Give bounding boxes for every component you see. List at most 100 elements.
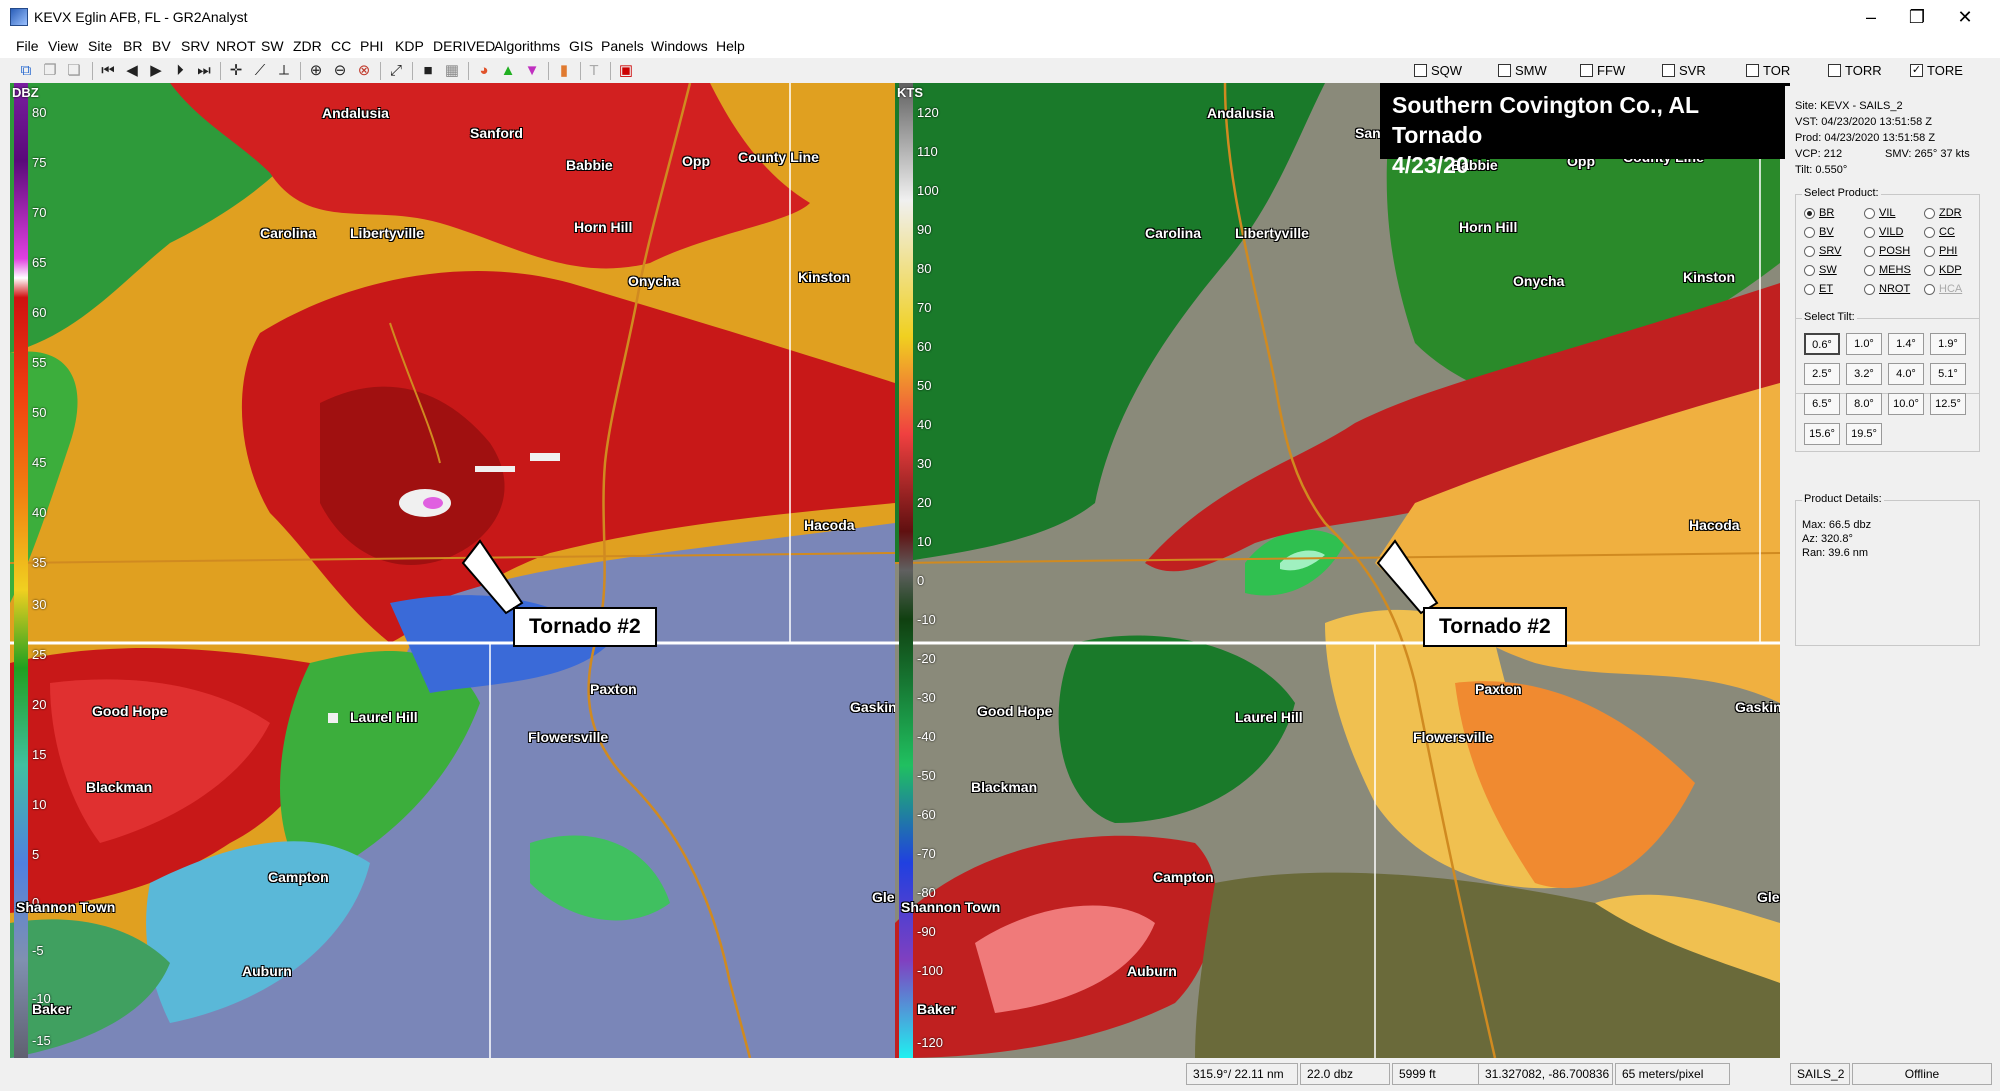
product-radio-vild[interactable]: VILD xyxy=(1864,226,1903,238)
menu-phi[interactable]: PHI xyxy=(360,38,383,54)
product-radio-kdp[interactable]: KDP xyxy=(1924,264,1962,276)
product-details-group: Product Details: Max: 66.5 dbz Az: 320.8… xyxy=(1795,493,1980,646)
zoom-out-icon[interactable]: ⊖ xyxy=(330,61,350,81)
tilt-button[interactable]: 1.0° xyxy=(1846,333,1882,355)
zoom-in-icon[interactable]: ⊕ xyxy=(306,61,326,81)
tilt-button[interactable]: 10.0° xyxy=(1888,393,1924,415)
measure-icon[interactable]: ⟋ xyxy=(250,61,270,81)
scale-tick: 30 xyxy=(917,456,932,471)
tilt-button[interactable]: 12.5° xyxy=(1930,393,1966,415)
copy-icon[interactable]: ❐ xyxy=(40,61,60,81)
city-label: Baker xyxy=(32,1001,71,1017)
menu-windows[interactable]: Windows xyxy=(651,38,708,54)
scale-tick: -20 xyxy=(917,651,936,666)
profile-icon[interactable]: ⟂ xyxy=(274,61,294,81)
product-radio-posh[interactable]: POSH xyxy=(1864,245,1910,257)
tilt-button[interactable]: 4.0° xyxy=(1888,363,1924,385)
product-radio-nrot[interactable]: NROT xyxy=(1864,283,1910,295)
maximize-button[interactable]: ❐ xyxy=(1894,2,1940,32)
tilt-button[interactable]: 19.5° xyxy=(1846,423,1882,445)
menu-derived[interactable]: DERIVED xyxy=(433,38,495,54)
text-icon[interactable]: T xyxy=(584,61,604,81)
menu-sw[interactable]: SW xyxy=(261,38,284,54)
tilt-button[interactable]: 6.5° xyxy=(1804,393,1840,415)
tilt-button[interactable]: 1.4° xyxy=(1888,333,1924,355)
product-radio-cc[interactable]: CC xyxy=(1924,226,1955,238)
product-radio-sw[interactable]: SW xyxy=(1804,264,1837,276)
vst-info: VST: 04/23/2020 13:51:58 Z xyxy=(1795,116,1932,128)
paste-icon[interactable]: ❏ xyxy=(64,61,84,81)
warning-toggle-svr[interactable]: SVR xyxy=(1662,63,1706,78)
tilt-button[interactable]: 2.5° xyxy=(1804,363,1840,385)
menu-br[interactable]: BR xyxy=(123,38,142,54)
scale-tick: 10 xyxy=(32,797,47,812)
menu-cc[interactable]: CC xyxy=(331,38,351,54)
city-label: Onycha xyxy=(1513,273,1565,289)
crosshair-icon[interactable]: ✛ xyxy=(226,61,246,81)
product-radio-bv[interactable]: BV xyxy=(1804,226,1834,238)
menu-zdr[interactable]: ZDR xyxy=(293,38,322,54)
menu-file[interactable]: File xyxy=(16,38,39,54)
record-icon[interactable]: ▣ xyxy=(616,61,636,81)
palette-icon[interactable]: ◕ xyxy=(474,61,494,81)
event-title-line2: 4/23/20 xyxy=(1392,152,1469,178)
warning-toggle-torr[interactable]: TORR xyxy=(1828,63,1882,78)
menu-algorithms[interactable]: Algorithms xyxy=(494,38,560,54)
warning-toggle-ffw[interactable]: FFW xyxy=(1580,63,1625,78)
product-radio-vil[interactable]: VIL xyxy=(1864,207,1896,219)
reflectivity-pane[interactable]: DBZ 80 75 70 65 60 55 50 45 40 35 30 25 … xyxy=(10,83,895,1058)
product-radio-srv[interactable]: SRV xyxy=(1804,245,1841,257)
warning-toggle-tore[interactable]: ✓ TORE xyxy=(1910,63,1963,78)
next-frame-icon[interactable]: ⏵ xyxy=(170,61,190,81)
tilt-button[interactable]: 3.2° xyxy=(1846,363,1882,385)
menu-srv[interactable]: SRV xyxy=(181,38,210,54)
warning-toggle-sqw[interactable]: SQW xyxy=(1414,63,1462,78)
menu-site[interactable]: Site xyxy=(88,38,112,54)
menu-view[interactable]: View xyxy=(48,38,78,54)
menu-panels[interactable]: Panels xyxy=(601,38,644,54)
pick-icon[interactable]: ⤢ xyxy=(386,61,406,81)
last-frame-icon[interactable]: ⏭ xyxy=(194,61,214,81)
network-icon[interactable]: ⧉ xyxy=(16,61,36,81)
tilt-button[interactable]: 5.1° xyxy=(1930,363,1966,385)
warning-toggle-tor[interactable]: TOR xyxy=(1746,63,1790,78)
bookmark-icon[interactable]: ▮ xyxy=(554,61,574,81)
up-triangle-icon[interactable]: ▲ xyxy=(498,61,518,81)
scale-tick: -50 xyxy=(917,768,936,783)
first-frame-icon[interactable]: ⏮ xyxy=(98,61,118,81)
down-triangle-icon[interactable]: ▼ xyxy=(522,61,542,81)
play-icon[interactable]: ▶ xyxy=(146,61,166,81)
scale-tick: 20 xyxy=(32,697,47,712)
product-radio-et[interactable]: ET xyxy=(1804,283,1833,295)
menu-help[interactable]: Help xyxy=(716,38,745,54)
product-radio-zdr[interactable]: ZDR xyxy=(1924,207,1962,219)
product-radio-phi[interactable]: PHI xyxy=(1924,245,1957,257)
product-radio-br[interactable]: BR xyxy=(1804,207,1834,219)
scale-tick: 35 xyxy=(32,555,47,570)
menu-bv[interactable]: BV xyxy=(152,38,171,54)
velocity-pane[interactable]: KTS 120 110 100 90 80 70 60 50 40 30 20 … xyxy=(895,83,1780,1058)
scale-tick: -80 xyxy=(917,885,936,900)
stop-icon[interactable]: ■ xyxy=(418,61,438,81)
menu-gis[interactable]: GIS xyxy=(569,38,593,54)
close-button[interactable]: ✕ xyxy=(1942,2,1988,32)
status-coords: 31.327082, -86.700836 xyxy=(1478,1063,1613,1085)
city-label: Kinston xyxy=(1683,269,1736,285)
product-radio-hca: HCA xyxy=(1924,283,1962,295)
tilt-button[interactable]: 1.9° xyxy=(1930,333,1966,355)
grid-icon[interactable]: ▦ xyxy=(442,61,462,81)
tilt-button[interactable]: 15.6° xyxy=(1804,423,1840,445)
menu-nrot[interactable]: NROT xyxy=(216,38,256,54)
minimize-button[interactable]: – xyxy=(1848,2,1894,32)
product-radio-mehs[interactable]: MEHS xyxy=(1864,264,1911,276)
tilt-button[interactable]: 8.0° xyxy=(1846,393,1882,415)
menu-kdp[interactable]: KDP xyxy=(395,38,424,54)
scale-tick: -70 xyxy=(917,846,936,861)
checkbox-icon xyxy=(1662,64,1675,77)
warning-toggle-smw[interactable]: SMW xyxy=(1498,63,1547,78)
zoom-reset-icon[interactable]: ⊗ xyxy=(354,61,374,81)
city-label: Shannon Town xyxy=(901,899,1001,915)
tilt-button[interactable]: 0.6° xyxy=(1804,333,1840,355)
prev-frame-icon[interactable]: ◀ xyxy=(122,61,142,81)
checkbox-icon xyxy=(1414,64,1427,77)
